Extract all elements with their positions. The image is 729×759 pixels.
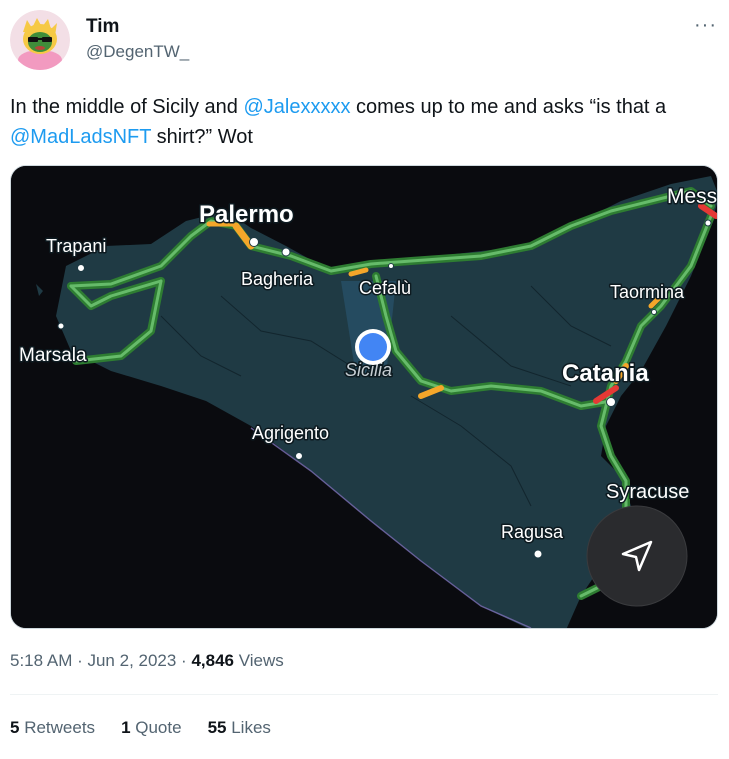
tweet-text: In the middle of Sicily and @Jalexxxxx c… — [10, 92, 720, 152]
city-label-cefalu: Cefalù — [359, 278, 411, 298]
avatar-image — [10, 10, 70, 70]
tweet-text-part: shirt?” Wot — [151, 126, 253, 148]
mention-link[interactable]: @Jalexxxxx — [243, 96, 350, 118]
city-label-catania: Catania — [562, 360, 649, 387]
city-label-agrigento: Agrigento — [252, 423, 329, 443]
map-image[interactable]: Palermo Trapani Bagheria Cefalù Mess Tao… — [10, 165, 718, 629]
city-label-palermo: Palermo — [199, 201, 294, 228]
author-name[interactable]: Tim — [86, 16, 119, 38]
city-label-messina: Mess — [667, 185, 717, 208]
likes-stat[interactable]: 55 Likes — [208, 718, 271, 738]
likes-count: 55 — [207, 718, 227, 737]
tweet-meta: 5:18 AM · Jun 2, 2023 · 4,846 Views — [10, 651, 284, 671]
map-canvas: Palermo Trapani Bagheria Cefalù Mess Tao… — [11, 166, 717, 628]
author-handle[interactable]: @DegenTW_ — [86, 42, 189, 62]
engagement-stats: 5 Retweets 1 Quote 55 Likes — [10, 718, 271, 738]
mention-link[interactable]: @MadLadsNFT — [10, 126, 151, 148]
city-label-marsala: Marsala — [19, 345, 87, 366]
views-count: 4,846 — [191, 651, 234, 670]
avatar[interactable] — [10, 10, 70, 70]
tweet-text-part: comes up to me and asks “is that a — [350, 96, 667, 118]
quotes-stat[interactable]: 1 Quote — [121, 718, 182, 738]
current-location-icon — [355, 329, 391, 365]
city-label-bagheria: Bagheria — [241, 269, 314, 289]
retweets-label: Retweets — [19, 718, 96, 737]
quotes-count: 1 — [121, 718, 131, 737]
tweet-text-part: In the middle of Sicily and — [10, 96, 244, 118]
quotes-label: Quote — [130, 718, 182, 737]
city-label-syracuse: Syracuse — [606, 481, 689, 503]
city-label-taormina: Taormina — [610, 282, 685, 302]
city-label-ragusa: Ragusa — [501, 522, 564, 542]
divider — [10, 694, 718, 695]
navigation-arrow-icon[interactable] — [586, 505, 688, 607]
likes-label: Likes — [226, 718, 271, 737]
retweets-stat[interactable]: 5 Retweets — [10, 718, 95, 738]
city-label-trapani: Trapani — [46, 236, 106, 256]
timestamp[interactable]: 5:18 AM · Jun 2, 2023 · — [10, 651, 191, 670]
views-label: Views — [234, 651, 284, 670]
ellipsis-icon[interactable]: ··· — [694, 14, 717, 37]
